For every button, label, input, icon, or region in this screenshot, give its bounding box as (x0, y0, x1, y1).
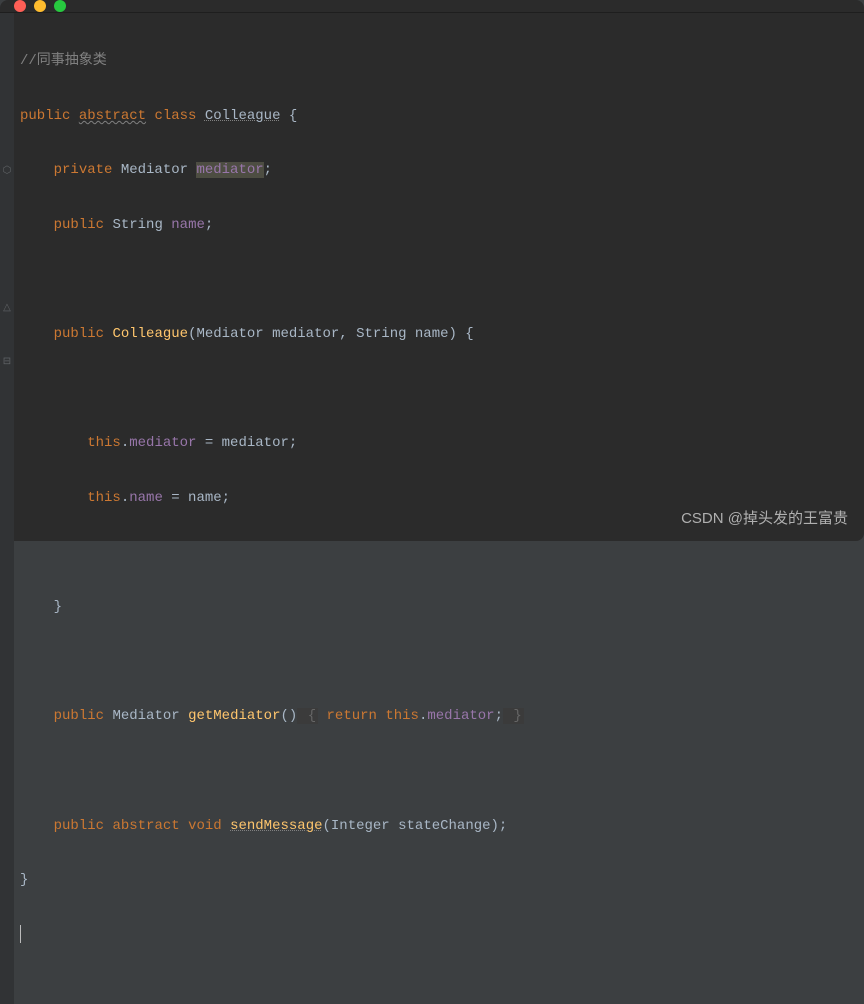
gutter-spacer (0, 131, 14, 158)
field: name (129, 490, 163, 506)
gutter-spacer (0, 240, 14, 267)
brace: { (281, 108, 298, 124)
code-line: public String name; (20, 212, 864, 239)
keyword: void (188, 818, 222, 834)
gutter: ⬡ △ ⊟ (0, 13, 14, 1004)
field: mediator (427, 708, 494, 724)
code-line: public Mediator getMediator() { return t… (20, 703, 864, 730)
field: mediator (196, 162, 263, 178)
code-line: } (20, 867, 864, 894)
field: name (171, 217, 205, 233)
keyword: class (154, 108, 196, 124)
comment: //同事抽象类 (20, 53, 107, 69)
parens: () (280, 708, 297, 724)
dot: . (419, 708, 427, 724)
gutter-spacer (0, 76, 14, 103)
code-line: public Colleague(Mediator mediator, Stri… (20, 321, 864, 348)
keyword: private (54, 162, 113, 178)
blank-line (20, 376, 864, 403)
method: getMediator (188, 708, 280, 724)
code-line: //同事抽象类 (20, 48, 864, 75)
gutter-spacer (0, 49, 14, 76)
code-line: public abstract void sendMessage(Integer… (20, 813, 864, 840)
cursor (20, 925, 21, 943)
class-name: Colleague (205, 108, 281, 124)
gutter-spacer (0, 322, 14, 349)
keyword: public (54, 818, 104, 834)
minimize-icon[interactable] (34, 0, 46, 12)
type: Mediator (121, 162, 188, 178)
keyword: return (327, 708, 377, 724)
maximize-icon[interactable] (54, 0, 66, 12)
method: sendMessage (230, 818, 322, 834)
keyword: public (20, 108, 70, 124)
keyword: this (87, 435, 121, 451)
assignment: = name; (163, 490, 230, 506)
collapse-icon[interactable]: ⊟ (0, 349, 14, 376)
constructor: Colleague (112, 326, 188, 342)
brace: } (20, 872, 28, 888)
code-line (20, 922, 864, 949)
dot: . (121, 490, 129, 506)
gutter-spacer (0, 267, 14, 294)
keyword: this (385, 708, 419, 724)
semicolon: ; (264, 162, 272, 178)
titlebar (0, 0, 864, 13)
keyword: abstract (112, 818, 179, 834)
blank-line (20, 649, 864, 676)
gutter-spacer (0, 185, 14, 212)
field: mediator (129, 435, 196, 451)
params: (Integer stateChange); (323, 818, 508, 834)
watermark: CSDN @掉头发的王富贵 (681, 504, 848, 533)
blank-line (20, 540, 864, 567)
assignment: = mediator; (196, 435, 297, 451)
blank-line (20, 758, 864, 785)
keyword: public (54, 326, 104, 342)
keyword: abstract (79, 108, 146, 124)
code-line: private Mediator mediator; (20, 157, 864, 184)
editor-window: ⬡ △ ⊟ //同事抽象类 public abstract class Coll… (0, 0, 864, 541)
keyword: this (87, 490, 121, 506)
brace: } (54, 599, 62, 615)
brace: { (297, 708, 318, 724)
override-icon[interactable]: ⬡ (0, 158, 14, 185)
gutter-spacer (0, 104, 14, 131)
semicolon: ; (205, 217, 213, 233)
params: (Mediator mediator, String name) { (188, 326, 474, 342)
blank-line (20, 267, 864, 294)
collapse-up-icon[interactable]: △ (0, 295, 14, 322)
dot: . (121, 435, 129, 451)
close-icon[interactable] (14, 0, 26, 12)
type: String (112, 217, 162, 233)
brace: } (503, 708, 524, 724)
keyword: public (54, 708, 104, 724)
code-line: this.mediator = mediator; (20, 430, 864, 457)
code-line: public abstract class Colleague { (20, 103, 864, 130)
type: Mediator (112, 708, 179, 724)
gutter-spacer (0, 213, 14, 240)
code-line: } (20, 594, 864, 621)
semicolon: ; (495, 708, 503, 724)
keyword: public (54, 217, 104, 233)
